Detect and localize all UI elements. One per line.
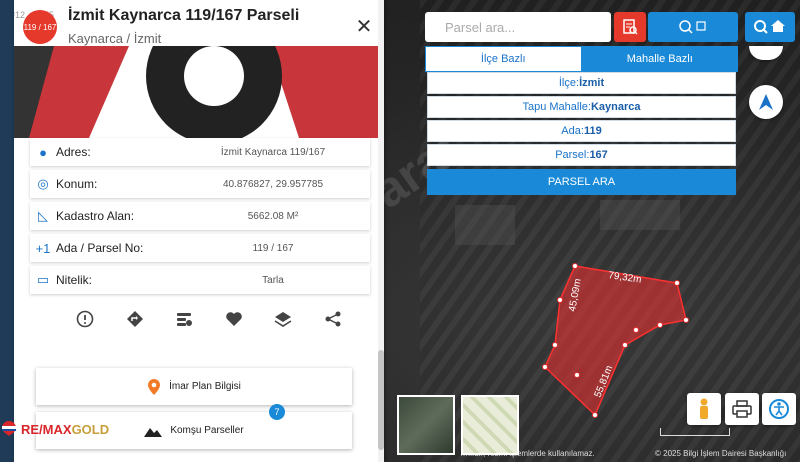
decorative-banner — [14, 46, 378, 138]
plus-one-icon: +1 — [35, 240, 51, 256]
print-button[interactable] — [725, 393, 759, 425]
field-ilce-label: İlçe: — [558, 77, 580, 89]
close-icon[interactable]: ✕ — [354, 17, 374, 37]
brand-re: RE/MAX — [21, 421, 72, 437]
detail-value: 119 / 167 — [252, 242, 294, 254]
panel-subtitle: Kaynarca / İzmit — [68, 31, 162, 46]
north-arrow-button[interactable] — [749, 85, 783, 119]
field-ilce[interactable]: İlçe: İzmit — [427, 72, 736, 94]
remax-logo: RE/MAX GOLD — [0, 420, 109, 438]
field-ilce-value: İzmit — [579, 77, 605, 89]
detail-value: İzmit Kaynarca 119/167 — [220, 146, 326, 158]
neighbor-count-badge: 7 — [269, 404, 285, 420]
search-button[interactable] — [648, 12, 738, 42]
north-arrow-icon — [759, 94, 773, 110]
parcel-polygon[interactable] — [544, 265, 687, 417]
parcel-badge: 119 / 167 — [23, 10, 57, 44]
field-parsel-value: 167 — [589, 149, 608, 161]
imar-plan-label: İmar Plan Bilgisi — [169, 381, 241, 392]
detail-label: Kadastro Alan: — [56, 209, 135, 223]
detail-label: Konum: — [56, 177, 98, 191]
pin-icon: ● — [39, 144, 47, 160]
detail-row-nitelik: ▭ Nitelik: Tarla — [30, 266, 370, 294]
satellite-basemap-thumb[interactable] — [397, 395, 455, 455]
detail-label: Adres: — [56, 145, 91, 159]
search-mode-tabs: İlçe Bazlı Mahalle Bazlı — [425, 46, 738, 72]
map-pin-icon — [148, 378, 161, 395]
detail-label: Nitelik: — [56, 273, 93, 287]
document-search-icon — [623, 19, 638, 35]
field-ada-value: 119 — [583, 125, 602, 137]
parcel-query-button[interactable] — [614, 12, 646, 42]
alert-icon[interactable] — [74, 308, 96, 330]
balloon-icon — [2, 421, 16, 436]
banner-graphic — [14, 46, 378, 138]
ruler-icon: ◺ — [38, 208, 48, 223]
panel-title: İzmit Kaynarca 119/167 Parseli — [68, 7, 300, 24]
target-icon: ◎ — [37, 176, 49, 191]
detail-label: Ada / Parsel No: — [56, 241, 144, 255]
field-parsel[interactable]: Parsel: 167 — [427, 144, 736, 166]
street-basemap-thumb[interactable] — [461, 395, 519, 455]
field-ada-label: Ada: — [561, 125, 584, 137]
info-list-icon[interactable] — [173, 308, 195, 330]
accessibility-icon — [769, 399, 789, 419]
layers-icon[interactable] — [272, 308, 294, 330]
search-home-icon — [754, 20, 785, 34]
heart-icon[interactable] — [223, 308, 245, 330]
detail-row-konum: ◎ Konum: 40.876827, 29.957785 — [30, 170, 370, 198]
street-view-button[interactable] — [687, 393, 721, 425]
parsel-ara-button[interactable]: PARSEL ARA — [427, 169, 736, 195]
home-search-button[interactable] — [745, 12, 795, 42]
parcel-details-list: ● Adres: İzmit Kaynarca 119/167 ◎ Konum:… — [30, 138, 370, 298]
parcel-info-panel: #12…1445 119 / 167 İzmit Kaynarca 119/16… — [14, 0, 384, 462]
printer-icon — [732, 400, 752, 418]
parcel-search-panel: Parsel ara... İlçe Bazlı Mahalle Bazlı İ… — [425, 12, 738, 196]
pegman-icon — [700, 398, 708, 419]
field-mahalle-label: Tapu Mahalle: — [522, 101, 591, 113]
panel-scrollbar[interactable] — [378, 0, 384, 462]
search-input[interactable]: Parsel ara... — [425, 12, 611, 42]
detail-row-adres: ● Adres: İzmit Kaynarca 119/167 — [30, 138, 370, 166]
accessibility-button[interactable] — [762, 393, 796, 425]
search-icon — [679, 20, 706, 34]
imar-plan-button[interactable]: İmar Plan Bilgisi — [36, 368, 352, 405]
brand-gold: GOLD — [71, 421, 110, 437]
scale-bar — [660, 428, 730, 436]
detail-value: 5662.08 M² — [247, 210, 299, 222]
tag-icon: ▭ — [36, 272, 50, 287]
field-mahalle[interactable]: Tapu Mahalle: Kaynarca — [427, 96, 736, 118]
field-ada[interactable]: Ada: 119 — [427, 120, 736, 142]
tab-mahalle-bazli[interactable]: Mahalle Bazlı — [581, 46, 738, 72]
tab-ilce-bazli[interactable]: İlçe Bazlı — [425, 46, 582, 72]
field-mahalle-value: Kaynarca — [590, 101, 641, 113]
detail-row-kadastro: ◺ Kadastro Alan: 5662.08 M² — [30, 202, 370, 230]
detail-row-ada-parsel: +1 Ada / Parsel No: 119 / 167 — [30, 234, 370, 262]
komsu-parseller-label: Komşu Parseller — [170, 425, 244, 436]
share-icon[interactable] — [322, 308, 344, 330]
scrollbar-thumb[interactable] — [378, 350, 384, 450]
field-parsel-label: Parsel: — [555, 149, 590, 161]
directions-icon[interactable] — [124, 308, 146, 330]
map-credit: © 2025 Bilgi İşlem Dairesi Başkanlığı — [655, 449, 787, 458]
mountain-icon — [144, 427, 163, 437]
detail-value: 40.876827, 29.957785 — [222, 178, 324, 190]
detail-value: Tarla — [262, 274, 284, 286]
parcel-actions-toolbar — [74, 308, 344, 330]
